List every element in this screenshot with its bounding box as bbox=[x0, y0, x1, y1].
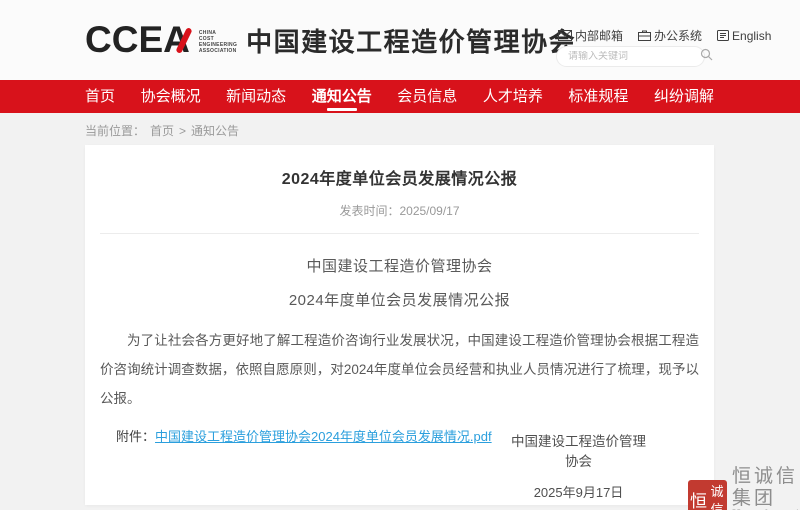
ccea-logo-text: CCEA bbox=[85, 19, 190, 60]
article-signature: 中国建设工程造价管理协会 2025年9月17日 bbox=[506, 430, 651, 501]
site-title: 中国建设工程造价管理协会 bbox=[246, 22, 576, 59]
seal-char: 恒 bbox=[689, 481, 708, 510]
search-icon[interactable] bbox=[700, 48, 713, 66]
header-utilities: 内部邮箱 办公系统 English bbox=[558, 27, 771, 44]
publish-label: 发表时间： bbox=[339, 204, 399, 218]
site-logo[interactable]: CCEA CHINA COST ENGINEERING ASSOCIATION … bbox=[85, 20, 576, 60]
breadcrumb-home-link[interactable]: 首页 bbox=[150, 122, 174, 139]
search-box[interactable] bbox=[556, 46, 705, 67]
nav-item-home[interactable]: 首页 bbox=[85, 80, 115, 113]
signature-org: 中国建设工程造价管理协会 bbox=[506, 430, 651, 470]
article-card: 2024年度单位会员发展情况公报 发表时间：2025/09/17 中国建设工程造… bbox=[85, 145, 714, 505]
attachment-pdf-link[interactable]: 中国建设工程造价管理协会2024年度单位会员发展情况.pdf bbox=[155, 429, 492, 444]
attachment-label: 附件： bbox=[116, 429, 155, 444]
nav-item-notices[interactable]: 通知公告 bbox=[312, 80, 372, 113]
nav-item-standards[interactable]: 标准规程 bbox=[568, 80, 628, 113]
active-tab-underline bbox=[327, 108, 357, 111]
signature-date: 2025年9月17日 bbox=[506, 482, 651, 501]
nav-item-dispute-resolution[interactable]: 纠纷调解 bbox=[654, 80, 714, 113]
breadcrumb: 当前位置： 首页 > 通知公告 bbox=[85, 122, 239, 139]
utility-label: 办公系统 bbox=[654, 27, 702, 44]
publish-date: 2025/09/17 bbox=[399, 204, 459, 218]
watermark-text: 恒诚信集团 Hengchengxin Group bbox=[732, 465, 800, 510]
hengchengxin-seal-icon: 恒 诚 信 bbox=[688, 480, 727, 510]
logo-subtext: CHINA COST ENGINEERING ASSOCIATION bbox=[199, 26, 237, 54]
nav-item-talent-training[interactable]: 人才培养 bbox=[483, 80, 543, 113]
article-body-org-line: 中国建设工程造价管理协会 bbox=[85, 255, 714, 276]
logo-subtext-line: ASSOCIATION bbox=[199, 48, 237, 54]
seal-char: 诚 bbox=[708, 481, 726, 500]
mail-icon bbox=[558, 30, 572, 41]
main-nav: 首页 协会概况 新闻动态 通知公告 会员信息 人才培养 标准规程 纠纷调解 bbox=[0, 80, 800, 113]
nav-item-association-overview[interactable]: 协会概况 bbox=[141, 80, 201, 113]
watermark-name: 恒诚信集团 bbox=[732, 465, 800, 509]
site-header: CCEA CHINA COST ENGINEERING ASSOCIATION … bbox=[0, 0, 800, 80]
publish-date-line: 发表时间：2025/09/17 bbox=[85, 202, 714, 219]
article-body-title-line: 2024年度单位会员发展情况公报 bbox=[85, 289, 714, 310]
nav-item-label: 通知公告 bbox=[312, 88, 372, 105]
book-icon bbox=[717, 30, 729, 41]
breadcrumb-current[interactable]: 通知公告 bbox=[191, 122, 239, 139]
internal-mail-link[interactable]: 内部邮箱 bbox=[558, 27, 623, 44]
utility-label: 内部邮箱 bbox=[575, 27, 623, 44]
title-divider bbox=[100, 233, 699, 234]
english-link[interactable]: English bbox=[717, 29, 771, 43]
seal-char: 信 bbox=[708, 500, 726, 510]
utility-label: English bbox=[732, 29, 771, 43]
nav-item-membership[interactable]: 会员信息 bbox=[397, 80, 457, 113]
ccea-logo-acronym: CCEA bbox=[85, 20, 190, 60]
office-system-link[interactable]: 办公系统 bbox=[638, 27, 702, 44]
article-paragraph: 为了让社会各方更好地了解工程造价咨询行业发展状况，中国建设工程造价管理协会根据工… bbox=[100, 326, 699, 413]
breadcrumb-separator: > bbox=[179, 124, 186, 138]
briefcase-icon bbox=[638, 30, 651, 41]
nav-item-news[interactable]: 新闻动态 bbox=[226, 80, 286, 113]
search-input[interactable] bbox=[568, 51, 700, 62]
article-title: 2024年度单位会员发展情况公报 bbox=[85, 165, 714, 189]
breadcrumb-prefix: 当前位置： bbox=[85, 122, 145, 139]
hengchengxin-watermark: 恒 诚 信 恒诚信集团 Hengchengxin Group bbox=[688, 465, 800, 510]
